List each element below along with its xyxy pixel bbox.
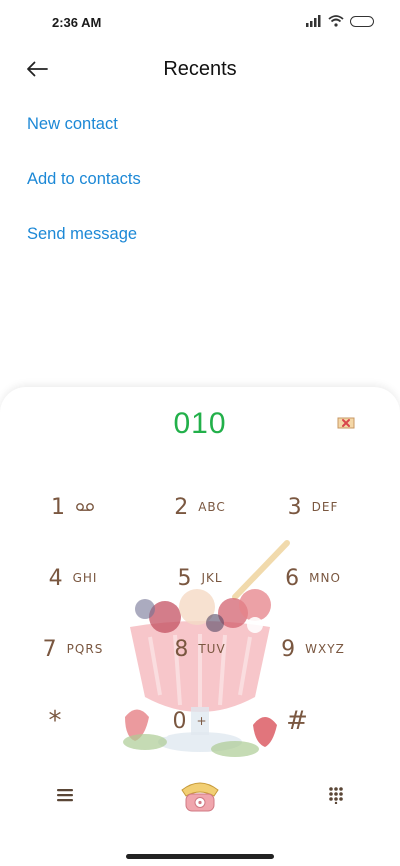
- menu-icon: [57, 789, 73, 802]
- header: Recents: [0, 46, 400, 92]
- key-7[interactable]: 7 PQRS: [18, 627, 128, 671]
- key-digit: 1: [51, 494, 65, 520]
- key-0[interactable]: 0 +: [135, 699, 245, 743]
- key-digit: #: [286, 706, 308, 736]
- voicemail-icon: [76, 503, 94, 511]
- key-letters: MNO: [309, 571, 341, 585]
- key-letters: PQRS: [66, 642, 104, 656]
- key-digit: 5: [177, 565, 192, 591]
- status-time: 2:36 AM: [52, 15, 102, 30]
- delete-icon[interactable]: [336, 415, 356, 431]
- dialer-panel: 010 1 2 ABC 3 DEF 4 GHI 5 JKL 6 MNO 7 PQ…: [0, 387, 400, 866]
- key-digit: 2: [174, 494, 189, 520]
- key-8[interactable]: 8 TUV: [145, 627, 255, 671]
- key-4[interactable]: 4 GHI: [18, 556, 128, 600]
- key-digit: 3: [287, 494, 302, 520]
- signal-icon: [306, 15, 321, 27]
- status-icons: [306, 15, 374, 27]
- key-letters: ABC: [198, 500, 226, 514]
- key-letters: DEF: [311, 500, 339, 514]
- new-contact-link[interactable]: New contact: [27, 115, 118, 134]
- wifi-icon: [328, 15, 344, 27]
- call-icon[interactable]: [178, 776, 222, 814]
- key-2[interactable]: 2 ABC: [145, 485, 255, 529]
- key-digit: *: [48, 706, 62, 736]
- keypad-button[interactable]: [323, 782, 349, 808]
- status-bar: 2:36 AM: [0, 0, 400, 44]
- key-3[interactable]: 3 DEF: [258, 485, 368, 529]
- key-9[interactable]: 9 WXYZ: [258, 627, 368, 671]
- send-message-link[interactable]: Send message: [27, 225, 137, 244]
- key-digit: 0: [172, 708, 187, 734]
- key-letters: JKL: [201, 571, 223, 585]
- key-hash[interactable]: #: [242, 699, 352, 743]
- key-digit: 8: [174, 636, 189, 662]
- key-star[interactable]: *: [0, 699, 110, 743]
- key-digit: 4: [48, 565, 63, 591]
- key-letters: WXYZ: [305, 642, 345, 656]
- key-5[interactable]: 5 JKL: [145, 556, 255, 600]
- key-letters: TUV: [198, 642, 226, 656]
- key-digit: 7: [42, 636, 57, 662]
- key-digit: 6: [285, 565, 300, 591]
- menu-button[interactable]: [52, 782, 78, 808]
- home-indicator: [126, 854, 274, 859]
- key-1[interactable]: 1: [18, 485, 128, 529]
- key-digit: 9: [281, 636, 296, 662]
- key-6[interactable]: 6 MNO: [258, 556, 368, 600]
- add-to-contacts-link[interactable]: Add to contacts: [27, 170, 141, 189]
- page-title: Recents: [163, 58, 237, 80]
- battery-icon: [350, 15, 374, 27]
- key-letters: +: [196, 714, 208, 728]
- key-letters: GHI: [72, 571, 98, 585]
- keypad-icon: [329, 787, 343, 804]
